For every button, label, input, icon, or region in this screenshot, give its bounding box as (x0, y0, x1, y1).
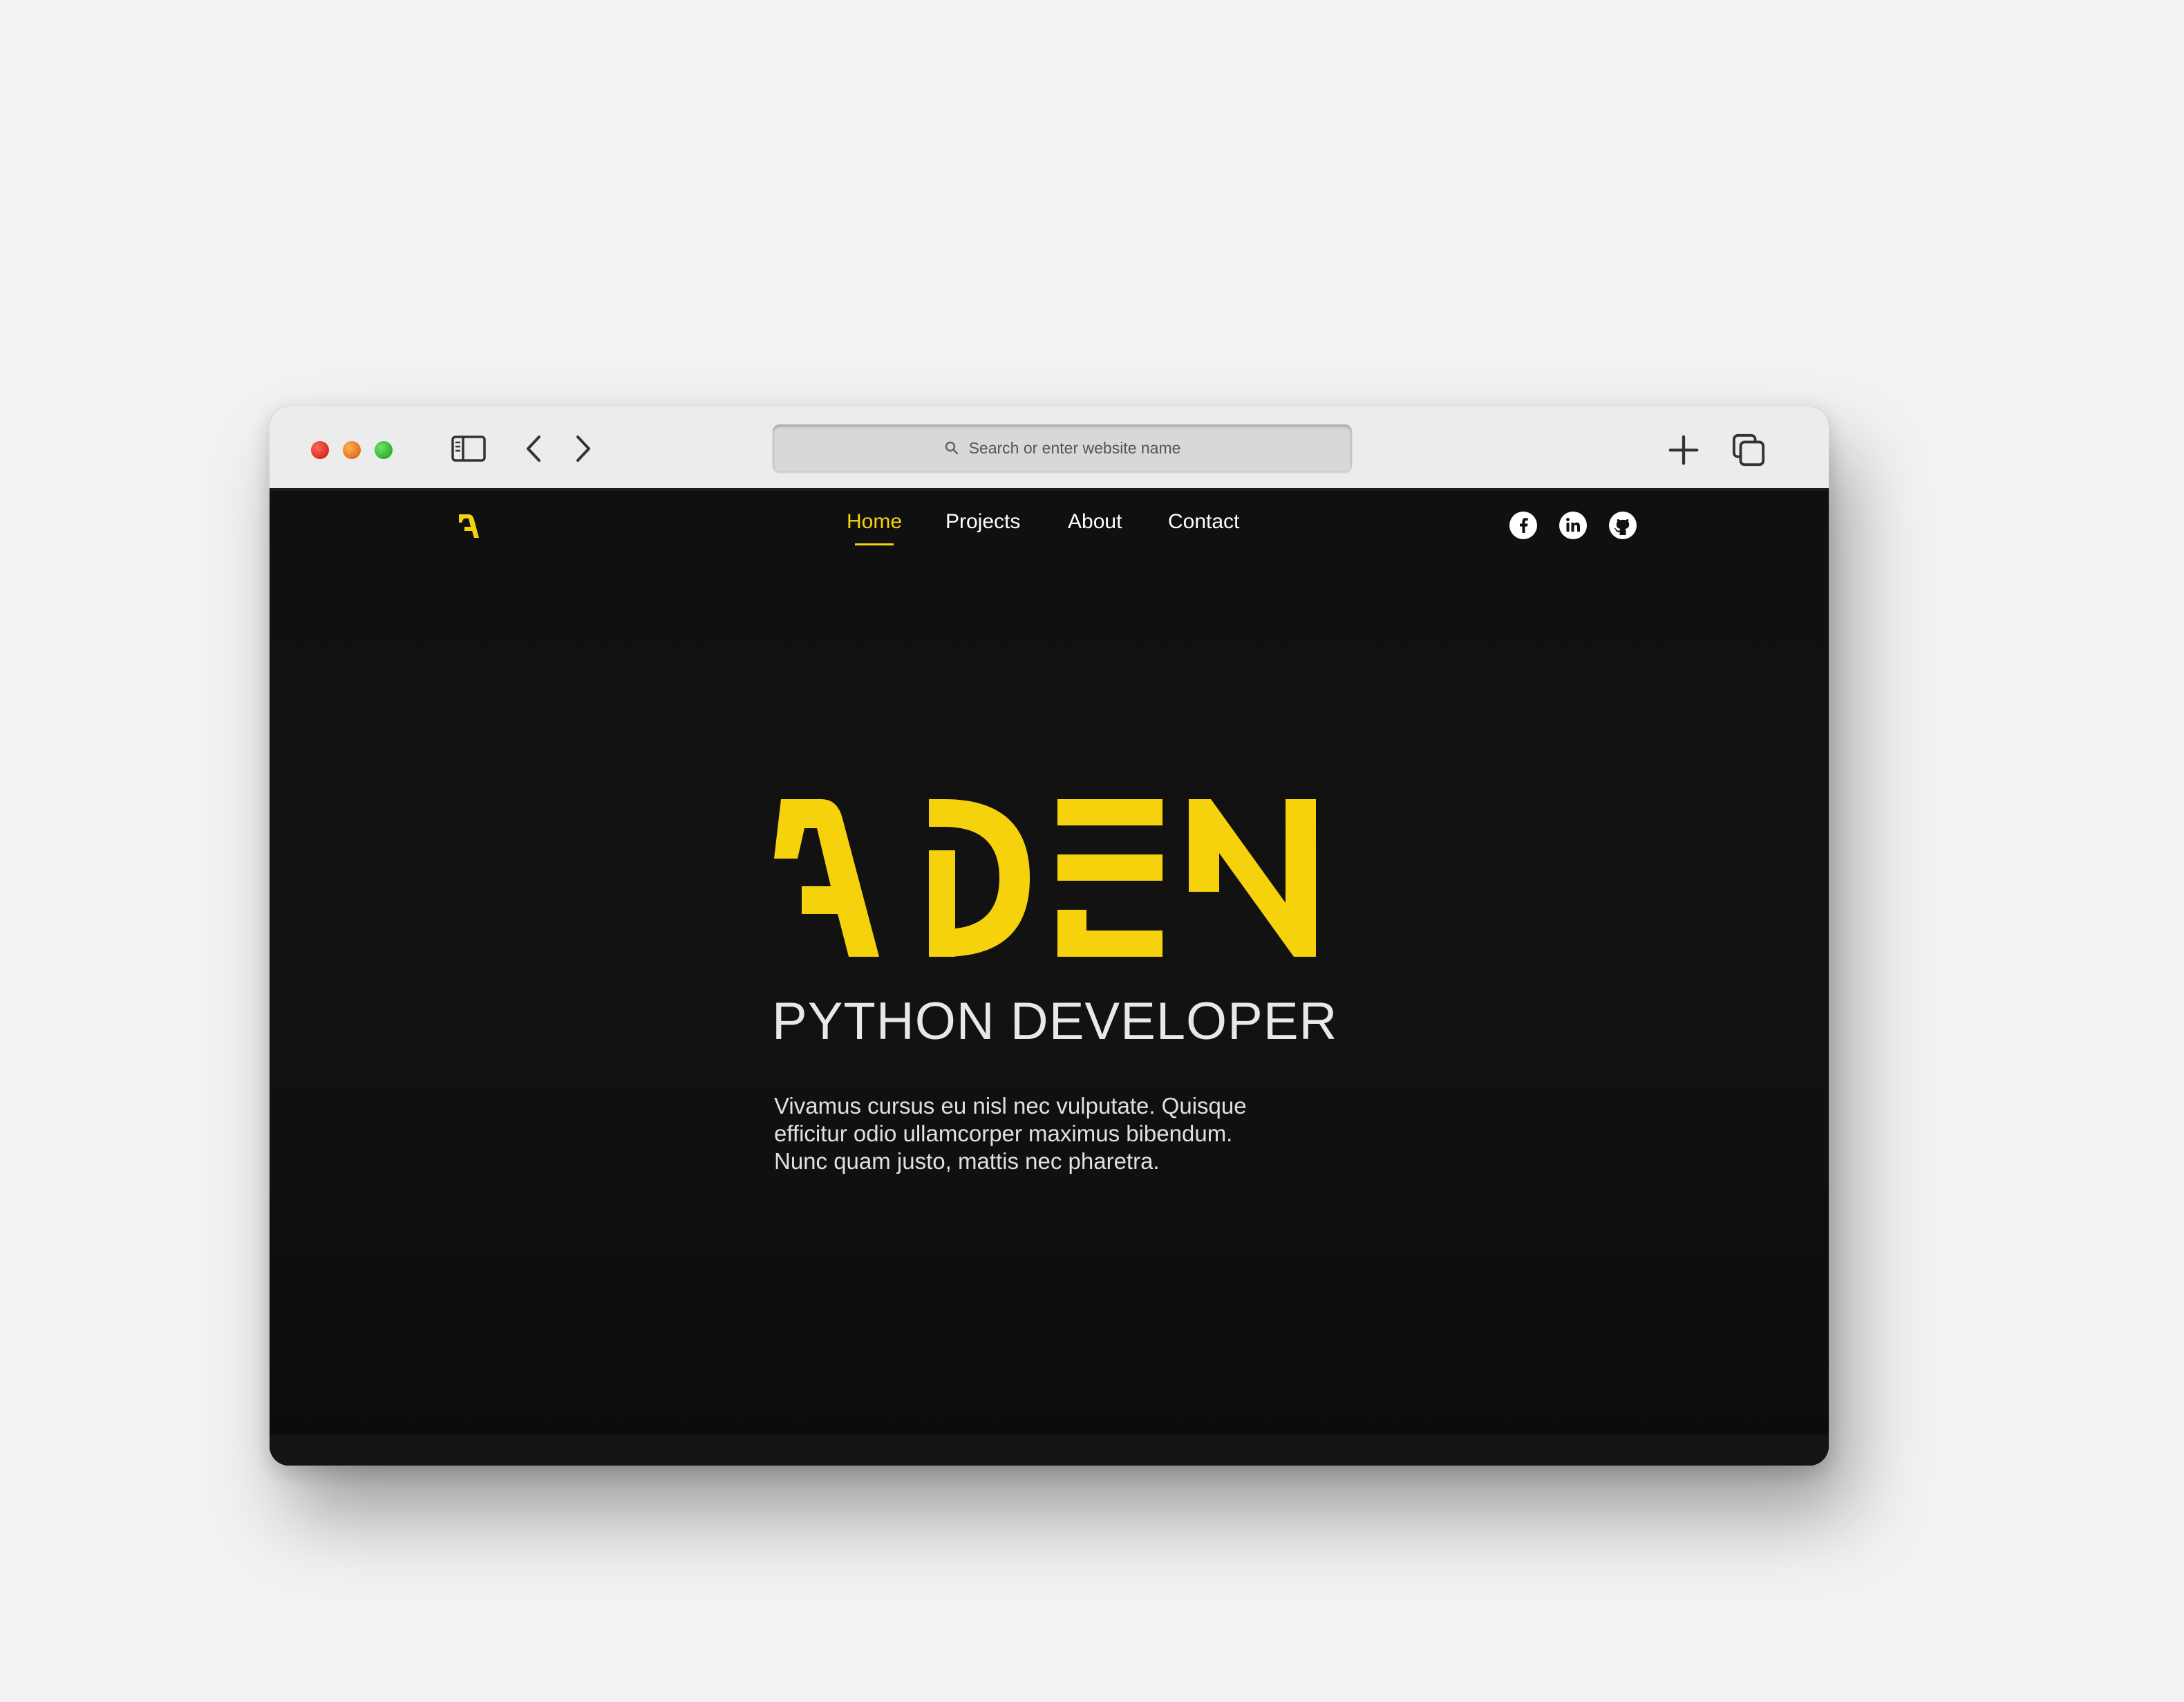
address-bar[interactable]: Search or enter website name (773, 424, 1352, 471)
back-arrow-icon[interactable] (520, 431, 547, 466)
minimize-window-button[interactable] (343, 441, 361, 459)
website-page: Home Projects About Contact PYTHON DEVEL… (270, 491, 1829, 1466)
hero-description-line: Vivamus cursus eu nisl nec vulputate. Qu… (774, 1093, 1247, 1119)
main-navigation: Home Projects About Contact (270, 510, 1829, 552)
hero-description-line: Nunc quam justo, mattis nec pharetra. (774, 1148, 1160, 1174)
nav-projects-link[interactable]: Projects (945, 510, 1020, 534)
search-icon (945, 441, 958, 455)
nav-about-link[interactable]: About (1068, 510, 1122, 534)
github-icon[interactable] (1608, 510, 1638, 541)
browser-toolbar: Search or enter website name (270, 406, 1829, 491)
linkedin-icon[interactable] (1558, 510, 1588, 541)
nav-home-link[interactable]: Home (847, 510, 902, 545)
tab-overview-icon[interactable] (1731, 433, 1767, 467)
hero-aden-logo (774, 799, 1316, 957)
forward-arrow-icon[interactable] (569, 431, 597, 466)
maximize-window-button[interactable] (375, 441, 393, 459)
facebook-icon[interactable] (1508, 510, 1538, 541)
hero-description: Vivamus cursus eu nisl nec vulputate. Qu… (774, 1092, 1299, 1175)
address-placeholder: Search or enter website name (968, 438, 1181, 457)
hero-description-line: efficitur odio ullamcorper maximus biben… (774, 1121, 1233, 1146)
nav-contact-link[interactable]: Contact (1168, 510, 1239, 534)
page-bottom-band (270, 1435, 1829, 1466)
hero-subtitle: PYTHON DEVELOPER (772, 992, 1338, 1051)
close-window-button[interactable] (311, 441, 329, 459)
new-tab-plus-icon[interactable] (1666, 433, 1702, 467)
browser-window: Search or enter website name Home Projec… (270, 406, 1829, 1466)
sidebar-toggle-icon[interactable] (451, 431, 487, 466)
